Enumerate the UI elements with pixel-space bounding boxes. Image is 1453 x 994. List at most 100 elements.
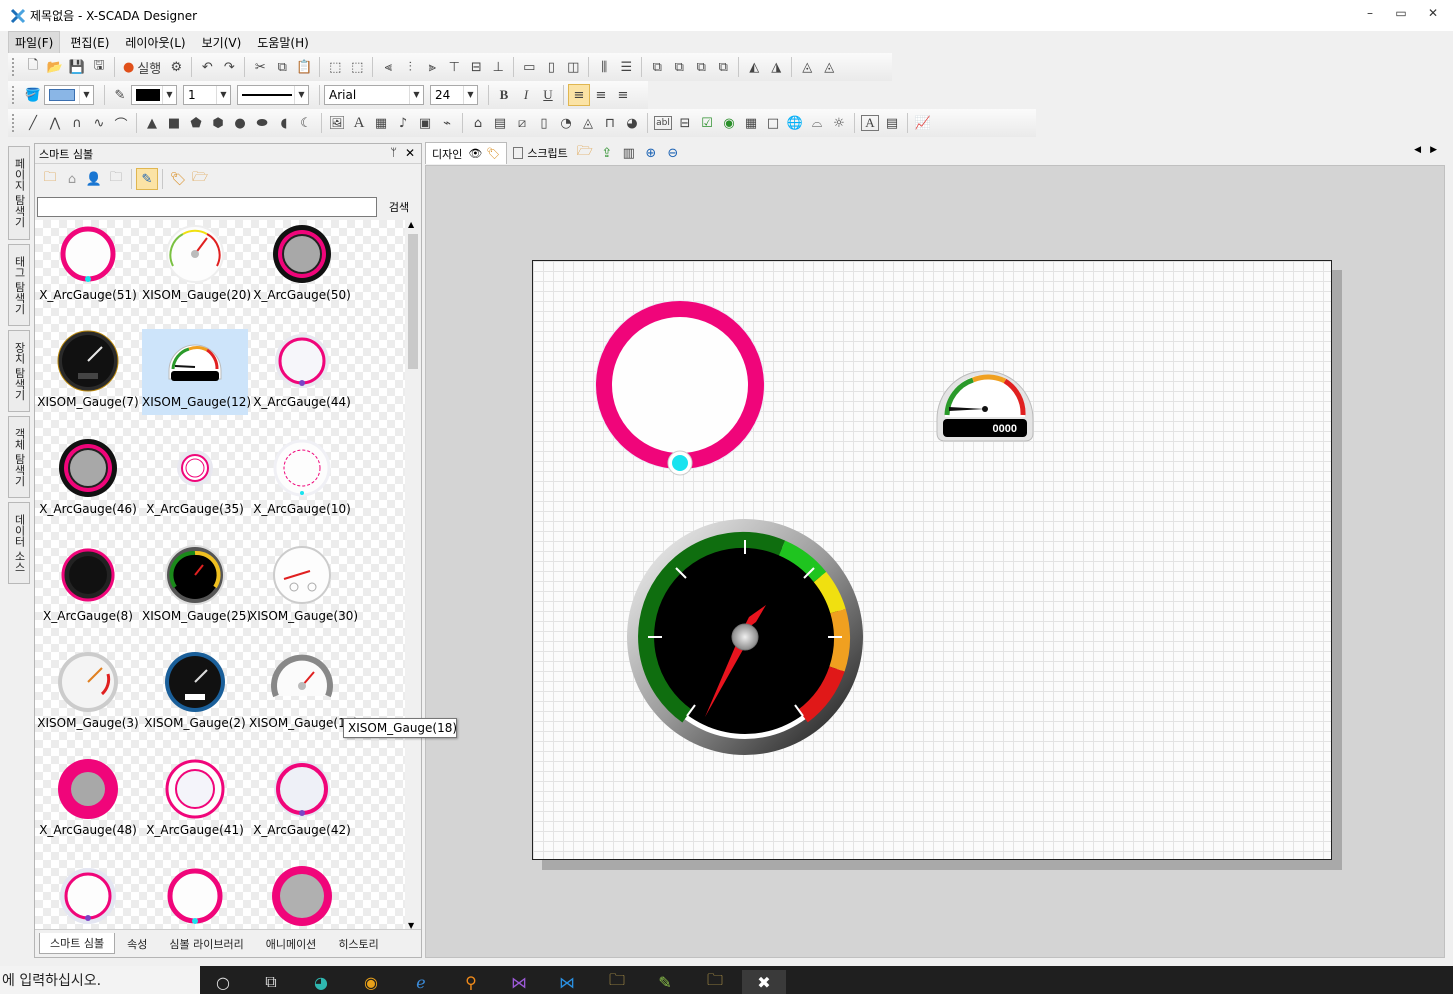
polyline-tool-icon[interactable]: ⋀ (44, 112, 66, 134)
symbol-gallery-item[interactable]: X_ArcGauge(35) (142, 436, 248, 522)
paste-icon[interactable]: 📋 (293, 56, 315, 78)
ellipse-tool-icon[interactable]: ⬬ (251, 112, 273, 134)
symbol-gallery-item[interactable]: X_ArcGauge(50) (249, 222, 355, 308)
bezier-tool-icon[interactable]: ∿ (88, 112, 110, 134)
curve-tool-icon[interactable]: ∩ (66, 112, 88, 134)
tab-animation[interactable]: 애니메이션 (256, 934, 327, 954)
symbol-gallery-item[interactable]: X_ArcGauge(8) (35, 543, 141, 629)
tab-design[interactable]: 디자인 👁 🏷 (425, 142, 508, 164)
ungroup-icon[interactable]: ⬚ (346, 56, 368, 78)
globe-tool-icon[interactable]: 🌐 (784, 112, 806, 134)
undo-icon[interactable]: ↶ (196, 56, 218, 78)
tab-smart-symbol[interactable]: 스마트 심볼 (39, 933, 116, 954)
bring-front-icon[interactable]: ⧉ (646, 56, 668, 78)
chrome-icon[interactable]: ◉ (356, 970, 386, 994)
align-bottom-icon[interactable]: ⊥ (487, 56, 509, 78)
font-size-combo[interactable]: 24 ▼ (430, 85, 478, 105)
same-height-icon[interactable]: ▯ (540, 56, 562, 78)
ie-icon[interactable]: ℯ (406, 970, 436, 994)
distribute-horizontal-icon[interactable]: ⫼ (593, 56, 615, 78)
edge-icon[interactable]: ◕ (306, 970, 336, 994)
pie-chart-tool-icon[interactable]: ◕ (621, 112, 643, 134)
send-back-icon[interactable]: ⧉ (668, 56, 690, 78)
new-file-icon[interactable]: 🗋 (22, 56, 44, 78)
rectangle-tool-icon[interactable]: ■ (163, 112, 185, 134)
lamp-tool-icon[interactable]: ⌓ (806, 112, 828, 134)
save-all-icon[interactable]: 🖫 (88, 56, 110, 78)
symbol-gallery-item[interactable]: XISOM_Gauge(18) (249, 650, 358, 736)
chord-tool-icon[interactable]: ☾ (295, 112, 317, 134)
cut-icon[interactable]: ✂ (249, 56, 271, 78)
task-view-icon[interactable]: ⧉ (256, 970, 286, 994)
tab-object-explorer[interactable]: 객체 탐색기 (8, 416, 30, 498)
symbol-gallery-item[interactable]: X_ArcGauge(51) (35, 222, 141, 308)
folder-icon[interactable]: 🗀 (700, 970, 730, 994)
arc-tool-icon[interactable]: ⌒ (110, 112, 132, 134)
debug-icon[interactable]: ⚙ (165, 56, 187, 78)
video-tool-icon[interactable]: ▣ (414, 112, 436, 134)
symbol-gallery-item[interactable]: X_ArcGauge(48) (35, 757, 141, 843)
tab-script[interactable]: 스크립트 (507, 142, 573, 164)
fill-color-combo[interactable]: ▼ (44, 85, 94, 105)
zoom-in-icon[interactable]: ⊕ (640, 142, 662, 164)
flip-vertical-icon[interactable]: ◮ (765, 56, 787, 78)
font-name-combo[interactable]: Arial ▼ (324, 85, 424, 105)
align-right-icon[interactable]: ⫸ (421, 56, 443, 78)
scroll-thumb[interactable] (408, 234, 418, 369)
symbol-gallery-item[interactable]: XISOM_Gauge(2) (142, 650, 248, 736)
edit-symbol-icon[interactable]: ✎ (136, 168, 158, 190)
camera-tool-icon[interactable]: ⌁ (436, 112, 458, 134)
tag-icon[interactable]: 🏷 (167, 168, 189, 190)
menu-edit[interactable]: 편집(E) (64, 32, 115, 53)
italic-button[interactable]: I (515, 84, 537, 106)
redo-icon[interactable]: ↷ (218, 56, 240, 78)
file-explorer-icon[interactable]: 🗀 (602, 970, 632, 994)
image-tool-icon[interactable]: 🖼 (326, 112, 348, 134)
align-text-left-icon[interactable]: ≡ (568, 84, 590, 106)
label-tool-icon[interactable]: A (861, 115, 879, 131)
pen-icon[interactable]: ✎ (109, 84, 131, 106)
trend-tool-icon[interactable]: ⧄ (511, 112, 533, 134)
open-script-icon[interactable]: 🗁 (574, 142, 596, 164)
menu-view[interactable]: 보기(V) (196, 32, 248, 53)
align-middle-icon[interactable]: ⊟ (465, 56, 487, 78)
toolbar-grip[interactable] (12, 58, 16, 76)
checkbox-tool-icon[interactable]: ☑ (696, 112, 718, 134)
menu-help[interactable]: 도움말(H) (251, 32, 315, 53)
sound-tool-icon[interactable]: ♪ (392, 112, 414, 134)
panel-close-icon[interactable]: ✕ (405, 146, 415, 160)
tag-icon[interactable]: 🏷 (486, 147, 500, 160)
symbol-gallery-item[interactable]: XISOM_Gauge(25) (142, 543, 251, 629)
save-icon[interactable]: 💾 (66, 56, 88, 78)
symbol-gallery-item[interactable]: X_ArcGauge(44) (249, 329, 355, 415)
symbol-gallery-item[interactable]: XISOM_Gauge(7) (35, 329, 141, 415)
tank-tool-icon[interactable]: ⌂ (467, 112, 489, 134)
textbox-tool-icon[interactable]: abl (654, 116, 672, 130)
tab-history[interactable]: 히스토리 (328, 934, 388, 954)
line-width-combo[interactable]: 1 ▼ (183, 85, 231, 105)
taskbar-search[interactable]: 에 입력하십시오. (0, 966, 200, 994)
bar-tool-icon[interactable]: ▤ (489, 112, 511, 134)
notepad-icon[interactable]: ✎ (650, 970, 680, 994)
pie-tool-icon[interactable]: ◖ (273, 112, 295, 134)
tab-scroll-left-icon[interactable]: ◀ (1414, 145, 1421, 155)
zoom-out-icon[interactable]: ⊖ (662, 142, 684, 164)
meter-tool-icon[interactable]: ◬ (577, 112, 599, 134)
circle-tool-icon[interactable]: ● (229, 112, 251, 134)
toolbar-grip[interactable] (12, 86, 16, 104)
tab-properties[interactable]: 속성 (117, 934, 157, 954)
qrcode-tool-icon[interactable]: ▦ (370, 112, 392, 134)
user-icon[interactable]: 👤 (83, 168, 105, 190)
symbol-gallery-item[interactable]: X_ArcGauge(46) (35, 436, 141, 522)
export-folder-icon[interactable]: 🗁 (189, 168, 211, 190)
underline-button[interactable]: U (537, 84, 559, 106)
flip-horizontal-icon[interactable]: ◭ (743, 56, 765, 78)
symbol-search-input[interactable] (37, 197, 377, 217)
pentagon-tool-icon[interactable]: ⬟ (185, 112, 207, 134)
align-center-icon[interactable]: ⫶ (399, 56, 421, 78)
symbol-gallery-item[interactable]: X_ArcGauge(10) (249, 436, 355, 522)
line-tool-icon[interactable]: ╱ (22, 112, 44, 134)
rotate-right-icon[interactable]: ◬ (818, 56, 840, 78)
triangle-tool-icon[interactable]: ▲ (141, 112, 163, 134)
grid-tool-icon[interactable]: ▦ (740, 112, 762, 134)
